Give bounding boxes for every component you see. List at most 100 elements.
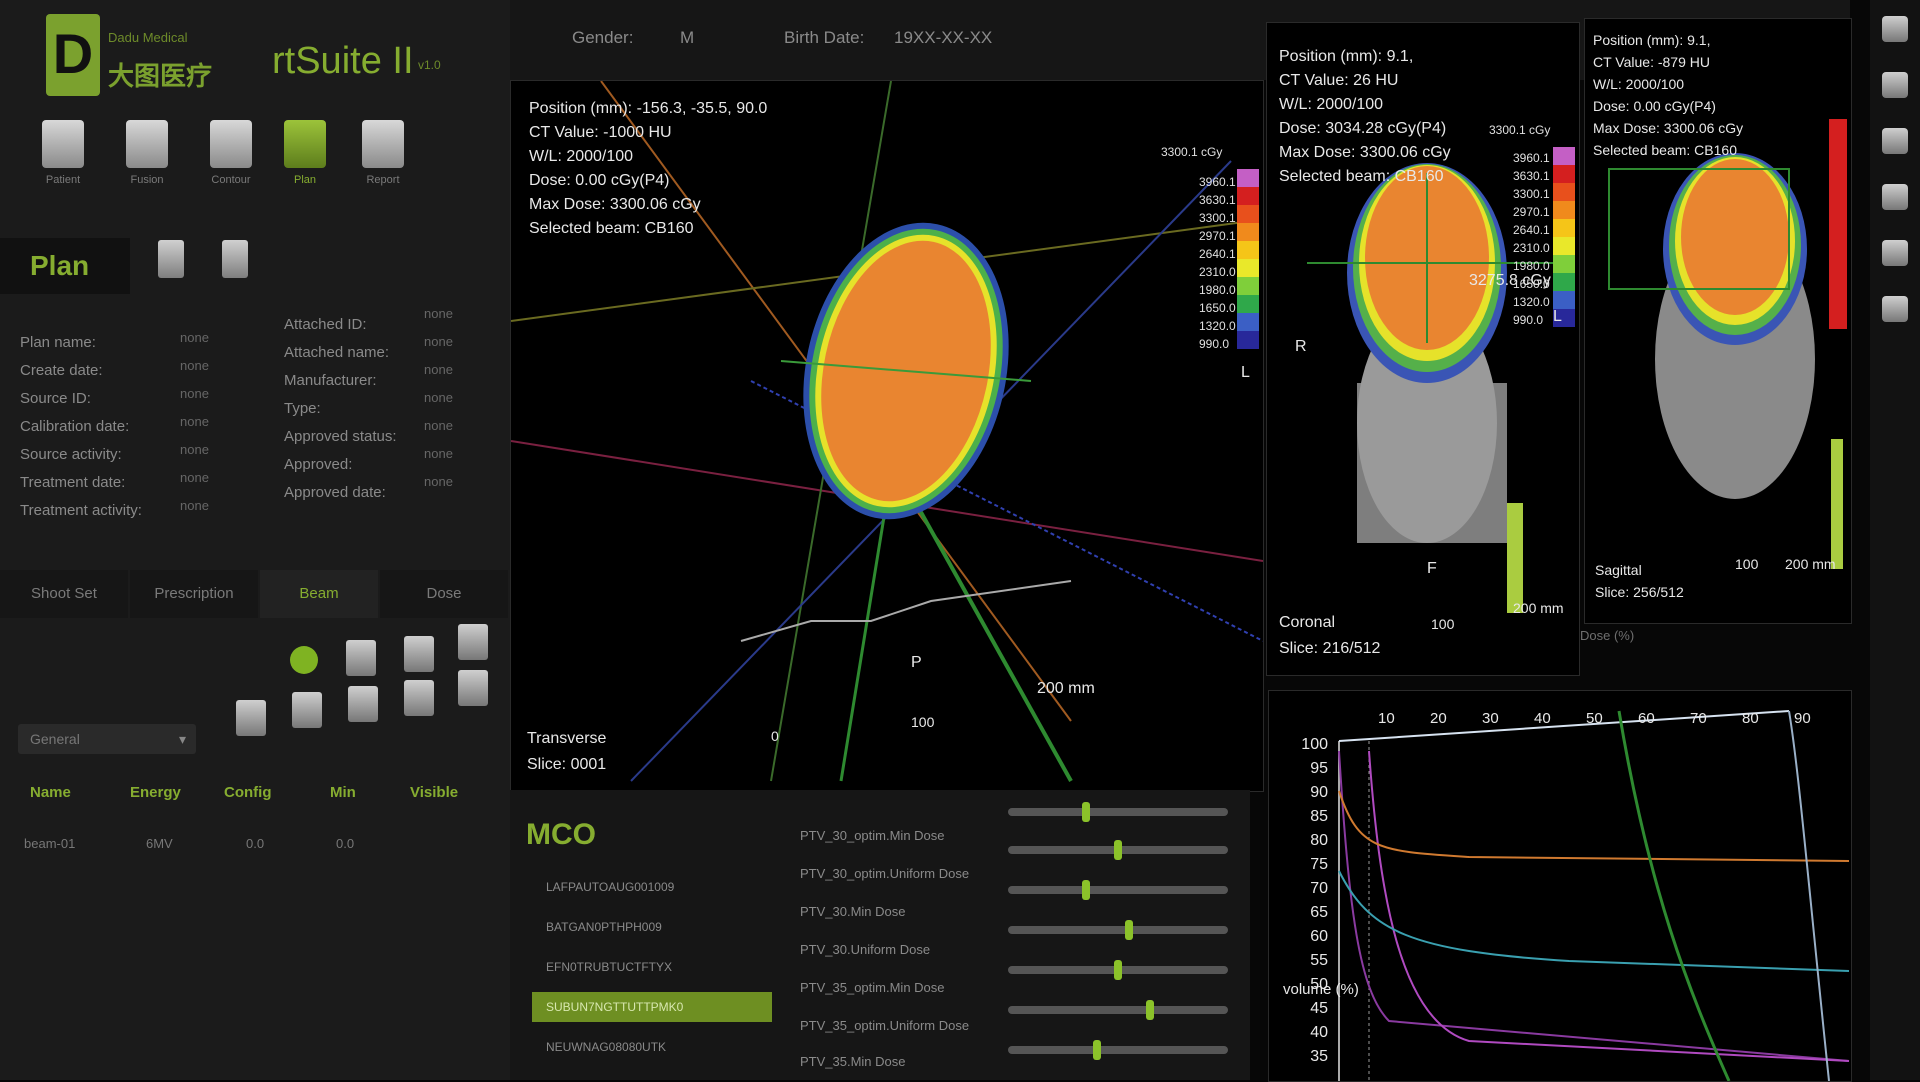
- copy-beam-icon[interactable]: [236, 700, 266, 736]
- beam-col-energy: Energy: [130, 784, 181, 801]
- fit-to-window-icon[interactable]: [1882, 296, 1908, 322]
- beam-filter-dropdown[interactable]: General ▾: [18, 724, 196, 754]
- sagittal-overlay-dose: Dose: 0.00 cGy(P4): [1593, 98, 1716, 114]
- report-icon: [362, 120, 404, 168]
- contour-button[interactable]: Contour: [196, 120, 266, 208]
- sagittal-slice: Slice: 256/512: [1595, 584, 1684, 600]
- mco-plan-item[interactable]: BATGAN0PTHPH009: [532, 912, 772, 942]
- mco-plan-item[interactable]: EFN0TRUBTUCTFTYX: [532, 952, 772, 982]
- colorbar-segment: [1237, 295, 1259, 313]
- slider-thumb[interactable]: [1124, 920, 1133, 940]
- export-beam-icon[interactable]: [458, 670, 488, 706]
- objective-slider[interactable]: [1008, 840, 1228, 860]
- type-label: Type:: [284, 400, 321, 417]
- coronal-overlay-dose: Dose: 3034.28 cGy(P4): [1279, 120, 1447, 137]
- dvh-xtick: 30: [1482, 710, 1499, 727]
- slider-thumb[interactable]: [1092, 1040, 1101, 1060]
- attached-id-label: Attached ID:: [284, 316, 367, 333]
- objective-label: PTV_35.Min Dose: [800, 1054, 906, 1069]
- objective-label: PTV_35_optim.Min Dose: [800, 980, 945, 995]
- objective-slider[interactable]: [1008, 1000, 1228, 1020]
- mco-plan-item[interactable]: NEUWNAG08080UTK: [532, 1032, 772, 1062]
- tab-dose[interactable]: Dose: [380, 570, 508, 618]
- coronal-view[interactable]: Position (mm): 9.1, CT Value: 26 HU W/L:…: [1266, 22, 1580, 676]
- objective-label: PTV_30_optim.Uniform Dose: [800, 866, 970, 881]
- delete-beam-icon[interactable]: [458, 624, 488, 660]
- tab-prescription[interactable]: Prescription: [130, 570, 258, 618]
- dvh-chart[interactable]: volume (%): [1268, 690, 1852, 1082]
- objective-slider[interactable]: [1008, 1040, 1228, 1060]
- coronal-overlay-maxdose: Max Dose: 3300.06 cGy: [1279, 144, 1451, 161]
- transverse-scale-unit: 200 mm: [1037, 680, 1095, 697]
- plan-export-icon[interactable]: [222, 240, 248, 278]
- gender-value: M: [680, 28, 695, 47]
- dvh-ytick: 90: [1310, 784, 1328, 801]
- coronal-slice: Slice: 216/512: [1279, 640, 1381, 657]
- dvh-ytick: 55: [1310, 952, 1328, 969]
- zoom-icon[interactable]: [1882, 240, 1908, 266]
- coronal-level-4: 2640.1: [1513, 223, 1550, 237]
- dvh-ytick: 40: [1310, 1024, 1328, 1041]
- settings-gear-icon[interactable]: [1882, 16, 1908, 42]
- objective-slider[interactable]: [1008, 802, 1228, 822]
- transverse-level-2: 3300.1: [1199, 211, 1236, 225]
- dvh-ytick: 75: [1310, 856, 1328, 873]
- transverse-view[interactable]: Position (mm): -156.3, -35.5, 90.0 CT Va…: [510, 80, 1264, 792]
- draw-beam-icon[interactable]: [404, 636, 434, 672]
- transverse-direction: P: [911, 654, 922, 671]
- plan-document-icon[interactable]: [158, 240, 184, 278]
- beam-row-name[interactable]: beam-01: [24, 836, 75, 851]
- add-beam-icon[interactable]: [290, 646, 318, 674]
- sagittal-orientation: Sagittal: [1595, 562, 1642, 578]
- treatment-date-value: none: [180, 470, 209, 485]
- colorbar-segment: [1553, 165, 1575, 183]
- beam-row-energy: 6MV: [146, 836, 173, 851]
- app-title: rtSuite II: [272, 40, 414, 82]
- tab-shoot-set[interactable]: Shoot Set: [0, 570, 128, 618]
- sagittal-overlay-ct: CT Value: -879 HU: [1593, 54, 1710, 70]
- slider-thumb[interactable]: [1114, 840, 1122, 860]
- coronal-dose-unit: 3300.1 cGy: [1489, 123, 1551, 137]
- coronal-orientation: Coronal: [1279, 614, 1336, 631]
- coronal-level-5: 2310.0: [1513, 241, 1550, 255]
- attached-name-value: none: [424, 334, 453, 349]
- fusion-button[interactable]: Fusion: [112, 120, 182, 208]
- dvh-ytick: 45: [1310, 1000, 1328, 1017]
- slider-thumb[interactable]: [1114, 960, 1122, 980]
- tab-beam[interactable]: Beam: [260, 570, 378, 618]
- coronal-scale-unit: 200 mm: [1513, 600, 1564, 616]
- colorbar-segment: [1553, 273, 1575, 291]
- transverse-level-7: 1650.0: [1199, 301, 1236, 315]
- tab-plan[interactable]: Plan: [0, 238, 130, 294]
- mco-plan-item-selected[interactable]: SUBUN7NGTTUTTPMK0: [532, 992, 772, 1022]
- pointer-icon[interactable]: [1882, 184, 1908, 210]
- objective-slider[interactable]: [1008, 920, 1228, 940]
- logo-chinese-text: 大图医疗: [108, 62, 213, 92]
- patient-button[interactable]: Patient: [28, 120, 98, 208]
- report-button[interactable]: Report: [348, 120, 418, 208]
- mco-plan-item[interactable]: LAFPAUTOAUG001009: [532, 872, 772, 902]
- pan-hand-icon[interactable]: [1882, 72, 1908, 98]
- beam-row-config: 0.0: [246, 836, 265, 851]
- colorbar-segment: [1237, 259, 1259, 277]
- dvh-xtick: 20: [1430, 710, 1447, 727]
- paste-beam-icon[interactable]: [292, 692, 322, 728]
- objective-label: PTV_30_optim.Min Dose: [800, 828, 945, 843]
- objective-slider[interactable]: [1008, 880, 1228, 900]
- sagittal-view[interactable]: Position (mm): 9.1, CT Value: -879 HU W/…: [1584, 18, 1852, 624]
- edit-beam-icon[interactable]: [346, 640, 376, 676]
- dvh-xtick: 10: [1378, 710, 1395, 727]
- clone-beam-icon[interactable]: [404, 680, 434, 716]
- slider-thumb[interactable]: [1082, 802, 1091, 822]
- objective-slider[interactable]: [1008, 960, 1228, 980]
- slider-thumb[interactable]: [1145, 1000, 1154, 1020]
- slider-thumb[interactable]: [1082, 880, 1091, 900]
- mirror-beam-icon[interactable]: [348, 686, 378, 722]
- coronal-level-3: 2970.1: [1513, 205, 1550, 219]
- transverse-colorbar: [1237, 169, 1259, 349]
- calibration-date-value: none: [180, 414, 209, 429]
- manufacturer-value: none: [424, 362, 453, 377]
- plan-name-label: Plan name:: [20, 334, 96, 351]
- pencil-icon[interactable]: [1882, 128, 1908, 154]
- plan-button[interactable]: Plan: [270, 120, 340, 208]
